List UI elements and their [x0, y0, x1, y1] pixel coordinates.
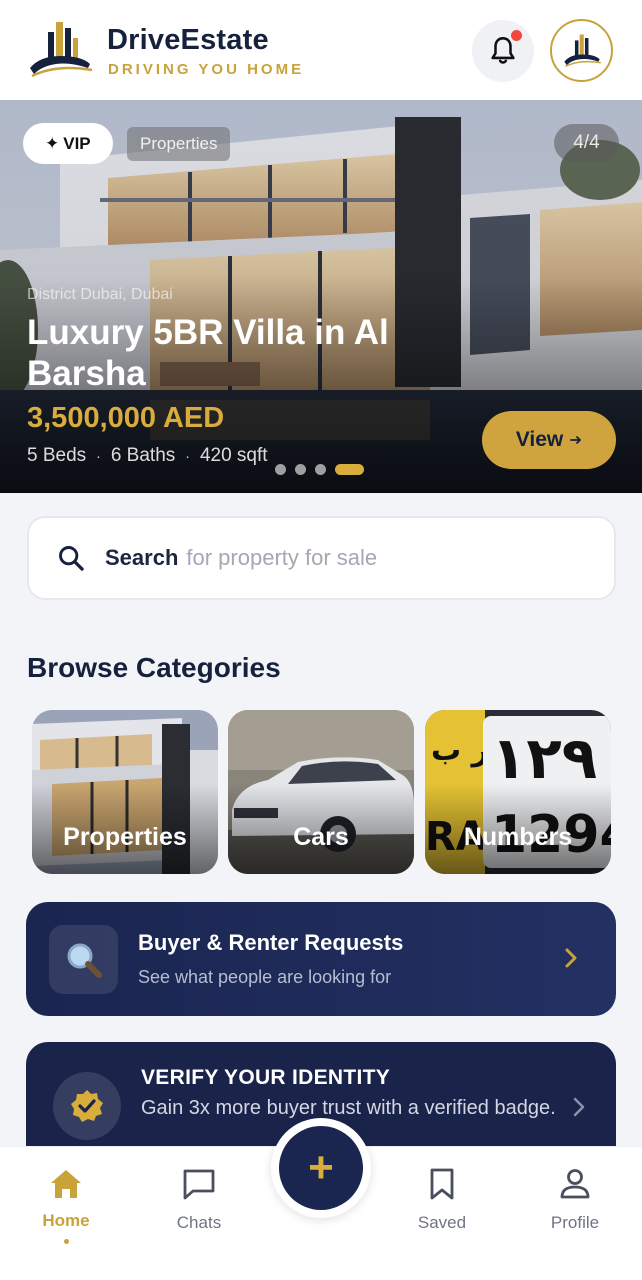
sparkle-icon: ✦: [45, 133, 60, 153]
notifications-button[interactable]: [472, 20, 534, 82]
search-icon: [59, 546, 84, 571]
nav-label: Chats: [176, 1213, 222, 1232]
nav-saved[interactable]: Saved: [387, 1147, 497, 1233]
category-label: Numbers: [463, 823, 573, 851]
carousel-dot[interactable]: [315, 464, 326, 475]
carousel-dot-active[interactable]: [335, 464, 364, 475]
view-listing-button[interactable]: View: [482, 411, 616, 469]
chat-icon: [183, 1169, 215, 1200]
verify-subtitle: Gain 3x more buyer trust with a verified…: [141, 1097, 556, 1119]
spec-separator: ·: [185, 448, 190, 464]
category-label: Properties: [63, 823, 187, 851]
listing-price: 3,500,000 AED: [27, 402, 225, 434]
notification-dot: [511, 30, 522, 41]
browse-categories-heading: Browse Categories: [27, 652, 281, 683]
carousel-pagination[interactable]: [275, 464, 364, 475]
bookmark-icon: [430, 1168, 454, 1200]
search-bar[interactable]: Search for property for sale: [27, 516, 616, 600]
nav-label: Home: [42, 1211, 90, 1230]
magnifier-icon-box: [49, 925, 118, 994]
vip-badge: ✦ VIP: [23, 123, 113, 164]
avatar[interactable]: [550, 19, 613, 82]
create-listing-fab-ring: +: [271, 1118, 371, 1218]
nav-label: Profile: [550, 1213, 600, 1232]
listing-location: District Dubai, Dubai: [27, 286, 173, 303]
brand-logo-icon: [30, 22, 93, 78]
magnifier-icon: [67, 943, 102, 978]
requests-title: Buyer & Renter Requests: [138, 930, 404, 955]
listing-title[interactable]: Luxury 5BR Villa in Al Barsha: [27, 312, 457, 394]
beds-count: 5 Beds: [27, 445, 87, 466]
plus-icon: +: [308, 1143, 334, 1192]
verify-title: VERIFY YOUR IDENTITY: [141, 1066, 391, 1089]
avatar-logo-icon: [563, 34, 601, 67]
search-label: Search: [105, 545, 179, 570]
search-placeholder: for property for sale: [186, 545, 378, 570]
chevron-right-icon: [565, 948, 577, 968]
listing-specs: 5 Beds · 6 Baths · 420 sqft: [27, 445, 268, 467]
listing-category-chip: Properties: [127, 127, 231, 161]
area-size: 420 sqft: [199, 445, 268, 466]
baths-count: 6 Baths: [110, 445, 176, 466]
arrow-right-icon: [570, 436, 582, 444]
chevron-right-icon: [573, 1097, 585, 1117]
carousel-counter: 4/4: [554, 124, 619, 162]
brand-name: DriveEstate: [107, 24, 269, 56]
carousel-dot[interactable]: [275, 464, 286, 475]
create-listing-button[interactable]: +: [279, 1126, 363, 1210]
featured-listing-carousel[interactable]: ✦ VIP Properties 4/4 District Dubai, Dub…: [0, 100, 642, 493]
category-card-numbers[interactable]: ر ب RA ١٢٩ 1294 Numbers: [425, 710, 611, 874]
spec-separator: ·: [96, 448, 101, 464]
category-label: Cars: [293, 823, 349, 851]
category-card-properties[interactable]: Properties: [32, 710, 218, 874]
active-indicator: [63, 1239, 69, 1244]
buyer-renter-requests-card[interactable]: Buyer & Renter Requests See what people …: [26, 902, 616, 1016]
carousel-dot[interactable]: [295, 464, 306, 475]
nav-home[interactable]: Home: [11, 1147, 121, 1244]
brand-tagline: DRIVING YOU HOME: [108, 61, 305, 78]
vip-label: VIP: [63, 133, 91, 153]
category-card-cars[interactable]: Cars: [228, 710, 414, 874]
nav-chats[interactable]: Chats: [144, 1147, 254, 1233]
nav-profile[interactable]: Profile: [520, 1147, 630, 1233]
nav-label: Saved: [417, 1213, 467, 1232]
bell-icon: [491, 37, 515, 64]
app-header: DriveEstate DRIVING YOU HOME: [0, 0, 642, 100]
verified-badge-icon: [71, 1090, 103, 1122]
verified-badge-icon-box: [53, 1072, 121, 1140]
user-icon: [560, 1169, 590, 1199]
requests-subtitle: See what people are looking for: [138, 967, 392, 987]
view-button-label: View: [515, 428, 564, 451]
home-icon: [51, 1170, 81, 1198]
